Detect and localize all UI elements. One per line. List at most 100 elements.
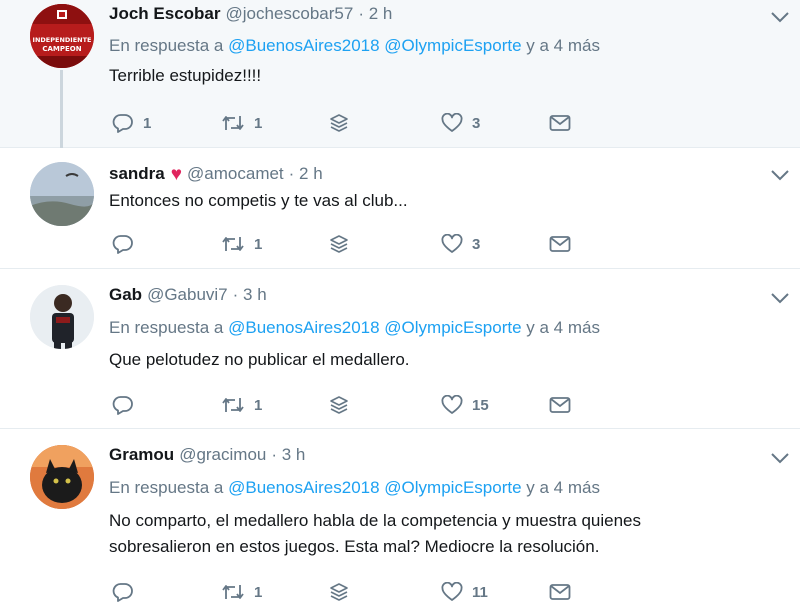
avatar[interactable] <box>30 162 94 226</box>
reply-suffix[interactable]: y a 4 más <box>526 36 600 55</box>
tweet-header: sandra ♥ @amocamet · 2 h <box>109 163 323 185</box>
tweet-header: Gramou @gracimou · 3 h <box>109 445 305 465</box>
cat-photo-image <box>30 445 94 509</box>
retweet-button[interactable]: 1 <box>221 579 262 605</box>
display-name[interactable]: Gab <box>109 285 142 305</box>
tweet-header: Gab @Gabuvi7 · 3 h <box>109 285 267 305</box>
dm-button[interactable] <box>549 110 571 136</box>
reply-prefix: En respuesta a <box>109 36 224 55</box>
reply-button[interactable] <box>112 231 134 257</box>
like-icon <box>441 113 463 132</box>
reply-icon <box>112 114 133 133</box>
tweet-text: Terrible estupidez!!!! <box>109 66 262 85</box>
reply-count: 1 <box>143 114 152 132</box>
dm-button[interactable] <box>549 392 571 418</box>
retweet-count: 1 <box>254 583 263 601</box>
independiente-badge-image: INDEPENDIENTE CAMPEON <box>30 4 94 68</box>
reply-icon <box>112 235 133 254</box>
retweet-button[interactable]: 1 <box>221 110 262 136</box>
stack-icon <box>330 235 348 253</box>
like-icon <box>441 395 463 414</box>
retweet-icon <box>222 398 244 412</box>
avatar[interactable]: INDEPENDIENTE CAMPEON <box>30 4 94 68</box>
mention-link[interactable]: @OlympicEsporte <box>384 478 521 497</box>
reply-icon <box>112 583 133 602</box>
mention-link[interactable]: @BuenosAires2018 <box>228 36 379 55</box>
svg-text:CAMPEON: CAMPEON <box>42 45 81 53</box>
reply-prefix: En respuesta a <box>109 478 224 497</box>
retweet-count: 1 <box>254 235 263 253</box>
timestamp[interactable]: · 3 h <box>233 285 267 305</box>
mention-link[interactable]: @BuenosAires2018 <box>228 318 379 337</box>
like-count: 15 <box>472 396 489 414</box>
tweet[interactable]: INDEPENDIENTE CAMPEON Joch Escobar @joch… <box>0 0 800 148</box>
stack-button[interactable] <box>329 231 349 257</box>
user-handle[interactable]: @amocamet <box>187 164 284 184</box>
dm-button[interactable] <box>549 579 571 605</box>
retweet-icon <box>222 237 244 251</box>
tweet-text: Que pelotudez no publicar el medallero. <box>109 350 410 369</box>
svg-text:INDEPENDIENTE: INDEPENDIENTE <box>33 36 92 44</box>
reply-context: En respuesta a @BuenosAires2018 @Olympic… <box>109 318 600 338</box>
stack-button[interactable] <box>329 579 349 605</box>
heart-emoji-icon: ♥ <box>170 164 183 185</box>
dm-icon <box>549 397 571 413</box>
tweet-text-line: No comparto, el medallero habla de la co… <box>109 511 642 530</box>
reply-prefix: En respuesta a <box>109 318 224 337</box>
chevron-down-icon[interactable] <box>770 10 790 24</box>
stack-icon <box>330 396 348 414</box>
display-name[interactable]: sandra <box>109 164 165 184</box>
like-button[interactable]: 3 <box>441 231 480 257</box>
timestamp[interactable]: · 3 h <box>271 445 305 465</box>
stack-icon <box>330 583 348 601</box>
tweet[interactable]: sandra ♥ @amocamet · 2 h Entonces no com… <box>0 148 800 269</box>
tweet-text-line: sobresalieron en estos juegos. Esta mal?… <box>109 537 600 556</box>
user-handle[interactable]: @Gabuvi7 <box>147 285 228 305</box>
mention-link[interactable]: @OlympicEsporte <box>384 36 521 55</box>
dm-button[interactable] <box>549 231 571 257</box>
reply-context: En respuesta a @BuenosAires2018 @Olympic… <box>109 478 600 498</box>
retweet-count: 1 <box>254 114 263 132</box>
stack-button[interactable] <box>329 110 349 136</box>
user-handle[interactable]: @jochescobar57 <box>226 4 354 24</box>
tweet-header: Joch Escobar @jochescobar57 · 2 h <box>109 4 392 24</box>
reply-button[interactable] <box>112 579 134 605</box>
stack-icon <box>330 114 348 132</box>
tweet-actions: 1 15 <box>109 392 579 418</box>
reply-suffix[interactable]: y a 4 más <box>526 478 600 497</box>
dm-icon <box>549 115 571 131</box>
like-count: 11 <box>472 583 488 601</box>
mention-link[interactable]: @OlympicEsporte <box>384 318 521 337</box>
avatar[interactable] <box>30 285 94 349</box>
mention-link[interactable]: @BuenosAires2018 <box>228 478 379 497</box>
reply-button[interactable] <box>112 392 134 418</box>
chevron-down-icon[interactable] <box>770 168 790 182</box>
like-button[interactable]: 15 <box>441 392 489 418</box>
avatar[interactable] <box>30 445 94 509</box>
person-photo-image <box>30 285 94 349</box>
like-icon <box>441 234 463 253</box>
paraglider-landscape-image <box>30 162 94 226</box>
stack-button[interactable] <box>329 392 349 418</box>
tweet[interactable]: Gramou @gracimou · 3 h En respuesta a @B… <box>0 429 800 611</box>
tweet[interactable]: Gab @Gabuvi7 · 3 h En respuesta a @Bueno… <box>0 269 800 429</box>
tweet-actions: 1 3 <box>109 231 579 257</box>
user-handle[interactable]: @gracimou <box>179 445 266 465</box>
chevron-down-icon[interactable] <box>770 291 790 305</box>
timestamp[interactable]: · 2 h <box>289 164 323 184</box>
reply-button[interactable]: 1 <box>112 110 151 136</box>
like-button[interactable]: 11 <box>441 579 488 605</box>
reply-suffix[interactable]: y a 4 más <box>526 318 600 337</box>
timestamp[interactable]: · 2 h <box>358 4 392 24</box>
like-icon <box>441 582 463 601</box>
retweet-button[interactable]: 1 <box>221 231 262 257</box>
dm-icon <box>549 584 571 600</box>
dm-icon <box>549 236 571 252</box>
display-name[interactable]: Gramou <box>109 445 174 465</box>
retweet-button[interactable]: 1 <box>221 392 262 418</box>
chevron-down-icon[interactable] <box>770 451 790 465</box>
like-button[interactable]: 3 <box>441 110 480 136</box>
tweet-text: No comparto, el medallero habla de la co… <box>109 508 749 560</box>
tweet-text: Entonces no competis y te vas al club... <box>109 191 408 210</box>
display-name[interactable]: Joch Escobar <box>109 4 221 24</box>
